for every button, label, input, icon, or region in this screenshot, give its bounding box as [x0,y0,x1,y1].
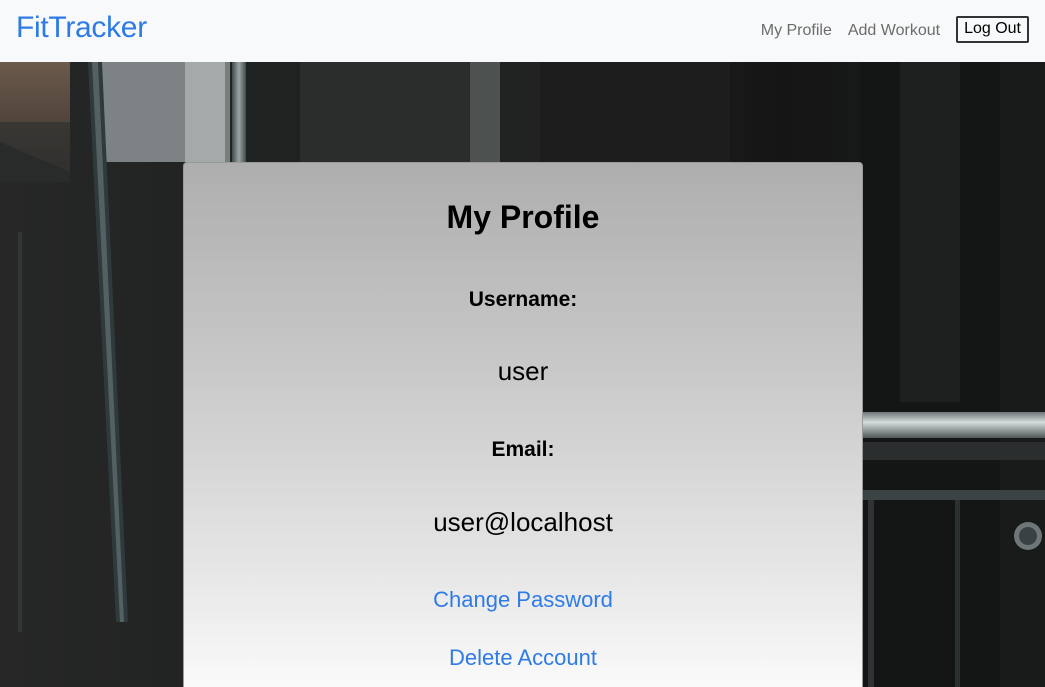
change-password-link[interactable]: Change Password [184,586,862,614]
email-value: user@localhost [433,507,613,537]
brand-logo[interactable]: FitTracker [16,9,147,47]
logout-button[interactable]: Log Out [956,16,1029,43]
delete-account-link[interactable]: Delete Account [184,644,862,672]
nav-link-add-workout[interactable]: Add Workout [848,20,940,40]
nav-links: My Profile Add Workout Log Out [761,16,1029,43]
navbar: FitTracker My Profile Add Workout Log Ou… [0,0,1045,62]
username-value: user [497,356,549,386]
page-title: My Profile [446,199,600,235]
email-label: Email: [491,438,555,461]
nav-link-my-profile[interactable]: My Profile [761,20,832,40]
username-label: Username: [468,288,578,311]
profile-card: My Profile Username: user Email: user@lo… [183,162,863,687]
